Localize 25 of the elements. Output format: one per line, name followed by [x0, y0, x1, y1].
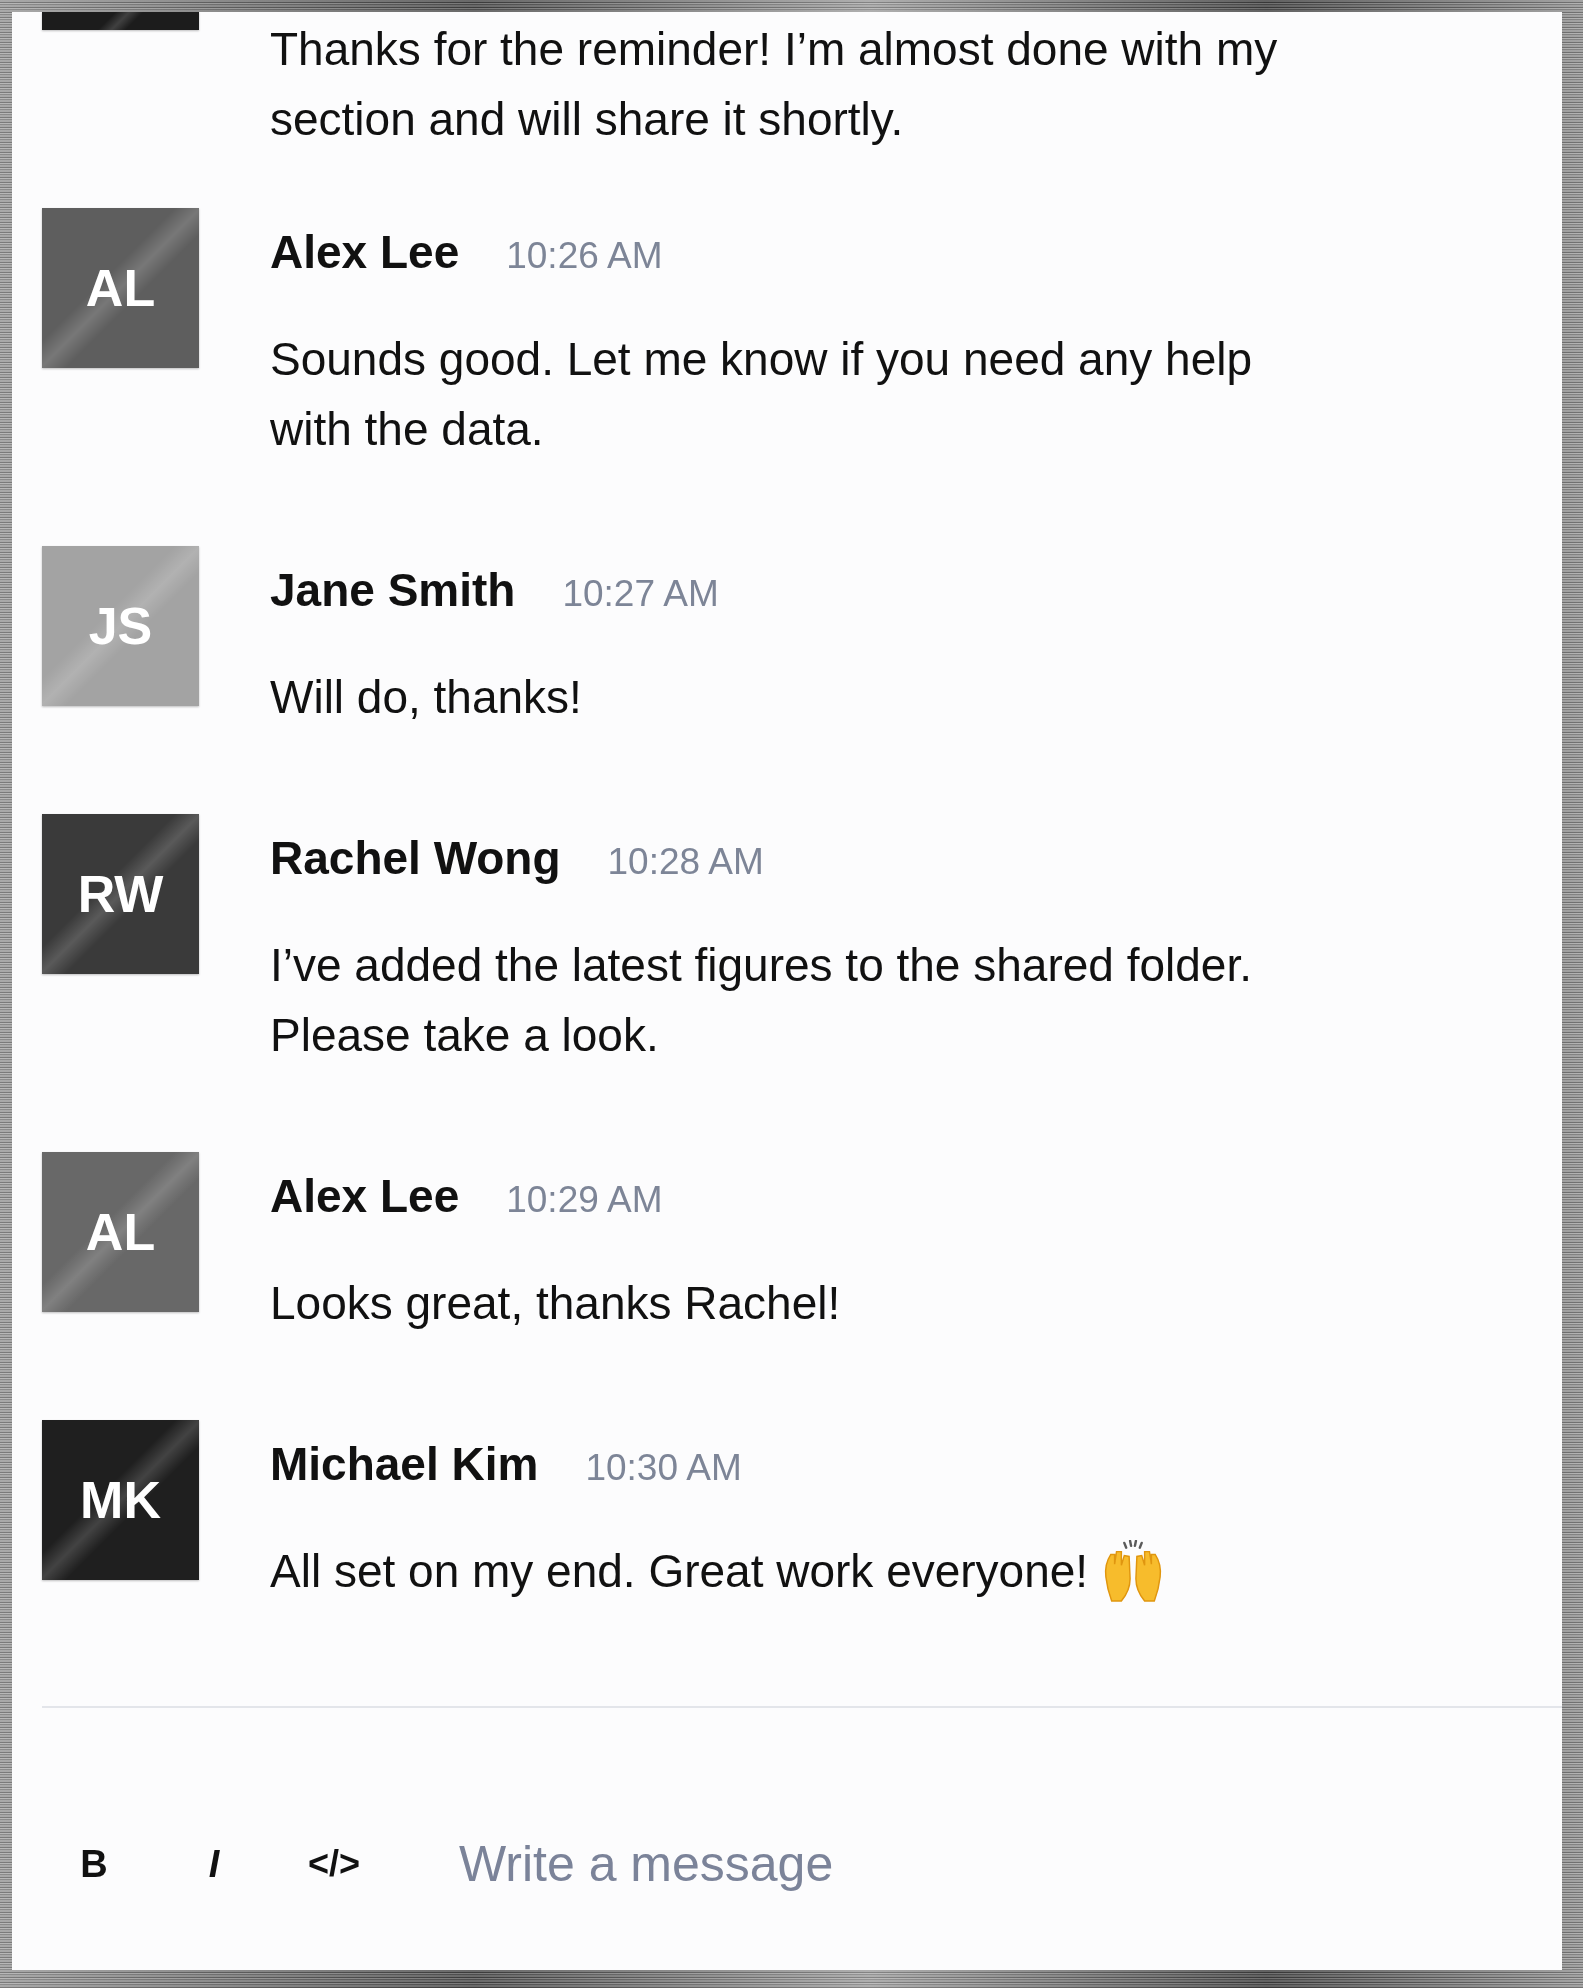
sender-name: Michael Kim	[270, 1437, 539, 1492]
code-button[interactable]: </>	[302, 1832, 366, 1896]
message-text: Looks great, thanks Rachel!	[270, 1276, 841, 1331]
message-time: 10:26 AM	[506, 234, 663, 278]
user-avatar: RW	[42, 814, 199, 974]
user-avatar: AL	[42, 1152, 199, 1312]
user-avatar: AL	[42, 208, 199, 368]
message-text: Thanks for the reminder! I’m almost done with my section and will share it shortly.	[270, 22, 1279, 147]
message-text: Will do, thanks!	[270, 670, 582, 725]
message-time: 10:27 AM	[562, 572, 719, 616]
message-time: 10:28 AM	[607, 840, 764, 884]
user-avatar: MK	[42, 1420, 199, 1580]
message-text: I’ve added the latest figures to the shared folder. Please take a look.	[270, 938, 1253, 1063]
sender-name: Alex Lee	[270, 225, 460, 280]
message-text: All set on my end. Great work everyone!	[270, 1544, 1089, 1599]
message-time: 10:30 AM	[585, 1446, 742, 1490]
sender-name: Rachel Wong	[270, 831, 561, 886]
sender-name: Jane Smith	[270, 563, 516, 618]
italic-button[interactable]: I	[182, 1832, 246, 1896]
sender-name: Alex Lee	[270, 1169, 460, 1224]
message-time: 10:29 AM	[506, 1178, 663, 1222]
message-text: Sounds good. Let me know if you need any help with the data.	[270, 332, 1253, 457]
bold-button[interactable]: B	[62, 1832, 126, 1896]
message-input[interactable]: Write a message	[459, 1824, 1532, 1904]
user-avatar: JS	[42, 546, 199, 706]
